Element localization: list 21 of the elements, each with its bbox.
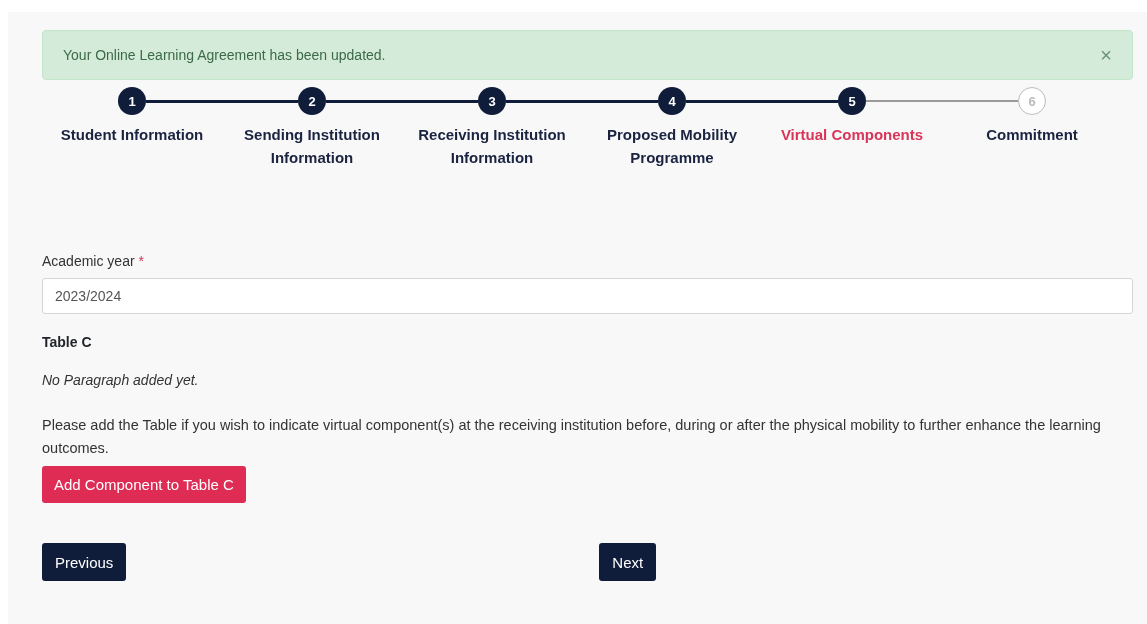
step-label[interactable]: Student Information: [60, 123, 204, 146]
step-number[interactable]: 4: [658, 87, 686, 115]
academic-year-field[interactable]: 2023/2024: [42, 278, 1133, 314]
required-mark: *: [138, 253, 145, 269]
step-label[interactable]: Proposed Mobility Programme: [587, 123, 757, 169]
empty-note: No Paragraph added yet.: [42, 372, 200, 388]
step-label[interactable]: Virtual Components: [780, 123, 924, 146]
step-number[interactable]: 2: [298, 87, 326, 115]
add-component-button[interactable]: Add Component to Table C: [42, 466, 246, 503]
field-label: Academic year: [42, 253, 135, 269]
step-label[interactable]: Commitment: [986, 123, 1078, 146]
previous-button[interactable]: Previous: [42, 543, 127, 581]
alert-message: Your Online Learning Agreement has been updated.: [63, 47, 386, 63]
step-number[interactable]: 1: [118, 87, 146, 115]
help-text: Please add the Table if you wish to indicate virtual component(s) at the receiving institution before, during or after the physical mobility to further enhance the learning outcomes.: [42, 416, 1102, 458]
section-heading: Table C: [42, 334, 93, 350]
step-label[interactable]: Receiving Institution Information: [407, 123, 577, 169]
step-number[interactable]: 5: [838, 87, 866, 115]
step-number[interactable]: 3: [478, 87, 506, 115]
next-button[interactable]: Next: [599, 543, 657, 581]
step-label[interactable]: Sending Institution Information: [227, 123, 397, 169]
